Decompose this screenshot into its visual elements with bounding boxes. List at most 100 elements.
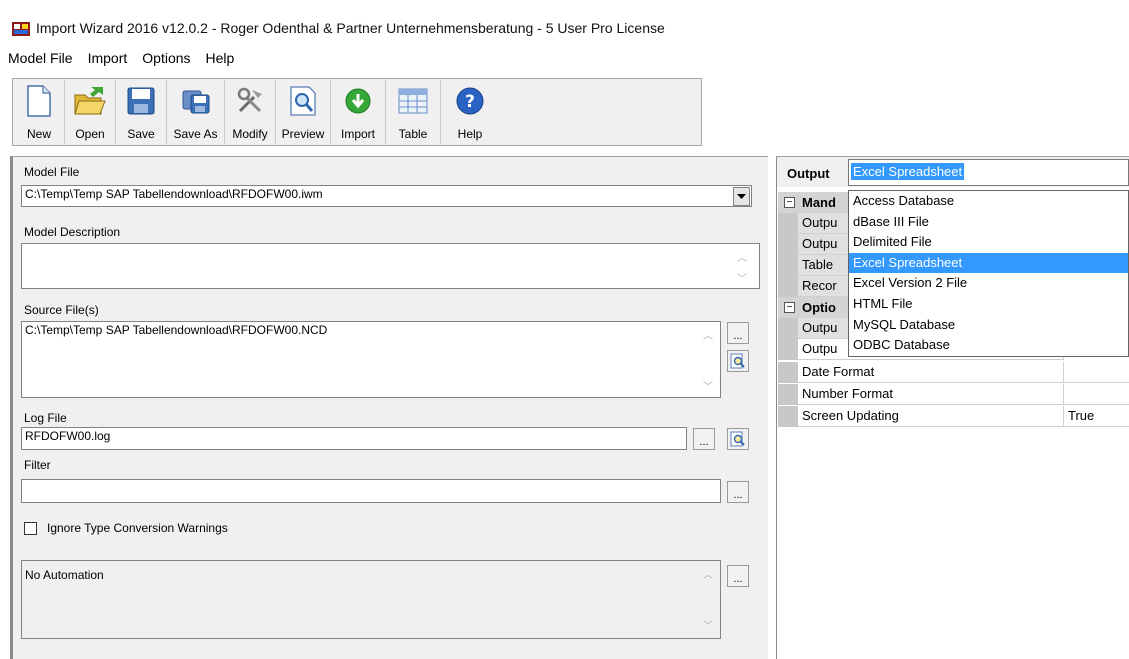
automation-value: No Automation bbox=[25, 568, 104, 582]
dropdown-option[interactable]: Access Database bbox=[849, 191, 1128, 212]
browse-filter-dots: ... bbox=[733, 489, 743, 501]
menu-options[interactable]: Options bbox=[134, 47, 197, 69]
property-value[interactable]: True bbox=[1064, 406, 1129, 427]
save-as-button[interactable]: Save As bbox=[167, 80, 225, 144]
property-row[interactable]: Number Format bbox=[778, 384, 1129, 405]
import-button[interactable]: Import bbox=[331, 80, 386, 144]
property-value[interactable] bbox=[1064, 384, 1129, 405]
model-file-label: Model File bbox=[24, 165, 80, 179]
model-file-dropdown-button[interactable] bbox=[733, 187, 750, 206]
new-label: New bbox=[26, 127, 51, 141]
property-name: Number Format bbox=[798, 384, 1064, 405]
preview-log-button[interactable] bbox=[727, 428, 749, 450]
menu-help[interactable]: Help bbox=[198, 47, 242, 69]
chevron-down-icon bbox=[737, 193, 746, 199]
magnifier-icon bbox=[730, 353, 745, 369]
help-icon: ? bbox=[456, 87, 484, 115]
property-name: Date Format bbox=[798, 362, 1064, 383]
help-button[interactable]: ? Help bbox=[441, 80, 499, 144]
table-icon bbox=[398, 88, 428, 114]
menu-import[interactable]: Import bbox=[80, 47, 135, 69]
dropdown-option[interactable]: Delimited File bbox=[849, 232, 1128, 253]
source-files-input[interactable]: C:\Temp\Temp SAP Tabellendownload\RFDOFW… bbox=[21, 321, 721, 398]
svg-text:?: ? bbox=[465, 92, 475, 112]
table-label: Table bbox=[398, 127, 428, 141]
dropdown-option[interactable]: dBase III File bbox=[849, 212, 1128, 233]
new-file-icon bbox=[27, 85, 51, 117]
help-label: Help bbox=[457, 127, 483, 141]
filter-input[interactable] bbox=[21, 479, 721, 503]
dropdown-option-selected[interactable]: Excel Spreadsheet bbox=[849, 252, 1128, 274]
open-folder-icon bbox=[74, 87, 106, 115]
mandatory-section-label: Mand bbox=[802, 195, 836, 210]
scroll-down-icon[interactable]: ﹀ bbox=[703, 378, 713, 393]
log-file-input[interactable]: RFDOFW00.log bbox=[21, 427, 687, 450]
app-icon bbox=[12, 22, 30, 36]
save-as-label: Save As bbox=[173, 127, 218, 141]
browse-log-button[interactable]: ... bbox=[693, 428, 715, 450]
source-files-value: C:\Temp\Temp SAP Tabellendownload\RFDOFW… bbox=[25, 323, 328, 337]
browse-automation-button[interactable]: ... bbox=[727, 565, 749, 587]
output-label: Output bbox=[787, 166, 830, 181]
row-gutter bbox=[778, 234, 798, 255]
model-description-input[interactable] bbox=[21, 243, 760, 289]
model-file-combobox[interactable]: C:\Temp\Temp SAP Tabellendownload\RFDOFW… bbox=[21, 185, 752, 207]
model-description-label: Model Description bbox=[24, 225, 121, 239]
ignore-warnings-checkbox[interactable] bbox=[24, 522, 37, 535]
scroll-up-icon[interactable]: ︿ bbox=[737, 249, 747, 264]
scroll-down-icon[interactable]: ﹀ bbox=[703, 617, 713, 632]
property-row[interactable]: Screen Updating True bbox=[778, 406, 1129, 427]
automation-box[interactable]: No Automation bbox=[21, 560, 721, 639]
output-selected-value: Excel Spreadsheet bbox=[851, 163, 965, 180]
title-bar: Import Wizard 2016 v12.0.2 - Roger Odent… bbox=[0, 0, 1129, 43]
log-file-value: RFDOFW00.log bbox=[25, 429, 111, 443]
row-gutter bbox=[778, 339, 798, 360]
log-file-label: Log File bbox=[24, 411, 67, 425]
browse-filter-button[interactable]: ... bbox=[727, 481, 749, 503]
browse-log-dots: ... bbox=[699, 436, 709, 448]
scroll-down-icon[interactable]: ﹀ bbox=[737, 270, 747, 285]
options-section-label: Optio bbox=[802, 300, 836, 315]
ignore-warnings-label[interactable]: Ignore Type Conversion Warnings bbox=[47, 521, 228, 535]
row-gutter bbox=[778, 213, 798, 234]
menu-model-file[interactable]: Model File bbox=[0, 47, 80, 69]
dropdown-option[interactable]: MySQL Database bbox=[849, 315, 1128, 336]
modify-label: Modify bbox=[232, 127, 268, 141]
modify-button[interactable]: Modify bbox=[225, 80, 276, 144]
preview-button[interactable]: Preview bbox=[276, 80, 331, 144]
open-button[interactable]: Open bbox=[65, 80, 116, 144]
open-label: Open bbox=[75, 127, 105, 141]
dropdown-option[interactable]: HTML File bbox=[849, 294, 1128, 315]
property-name: Screen Updating bbox=[798, 406, 1064, 427]
browse-automation-dots: ... bbox=[733, 573, 743, 585]
dropdown-option[interactable]: ODBC Database bbox=[849, 335, 1128, 356]
green-download-icon bbox=[345, 88, 371, 114]
property-row[interactable]: Date Format bbox=[778, 362, 1129, 383]
output-type-dropdown-list[interactable]: Access Database dBase III File Delimited… bbox=[848, 190, 1129, 357]
filter-label: Filter bbox=[24, 458, 51, 472]
property-value[interactable] bbox=[1064, 362, 1129, 383]
import-label: Import bbox=[340, 127, 375, 141]
collapse-icon[interactable]: − bbox=[784, 197, 795, 208]
preview-source-button[interactable] bbox=[727, 350, 749, 372]
row-gutter bbox=[778, 362, 798, 383]
save-button[interactable]: Save bbox=[116, 80, 167, 144]
row-gutter bbox=[778, 384, 798, 405]
browse-source-dots: ... bbox=[733, 330, 743, 342]
save-label: Save bbox=[127, 127, 155, 141]
row-gutter bbox=[778, 406, 798, 427]
menu-bar: Model File Import Options Help bbox=[0, 47, 1129, 69]
scroll-up-icon[interactable]: ︿ bbox=[703, 327, 713, 342]
browse-source-button[interactable]: ... bbox=[727, 322, 749, 344]
new-button[interactable]: New bbox=[14, 80, 65, 144]
magnifier-icon bbox=[730, 431, 745, 447]
save-as-icon bbox=[182, 90, 209, 114]
collapse-icon[interactable]: − bbox=[784, 302, 795, 313]
preview-label: Preview bbox=[281, 127, 325, 141]
row-gutter bbox=[778, 255, 798, 276]
row-gutter bbox=[778, 276, 798, 297]
scroll-up-icon[interactable]: ︿ bbox=[703, 566, 713, 581]
dropdown-option[interactable]: Excel Version 2 File bbox=[849, 273, 1128, 294]
table-button[interactable]: Table bbox=[386, 80, 441, 144]
toolbar: New Open Save Save As Modify Preview Imp… bbox=[14, 80, 499, 144]
